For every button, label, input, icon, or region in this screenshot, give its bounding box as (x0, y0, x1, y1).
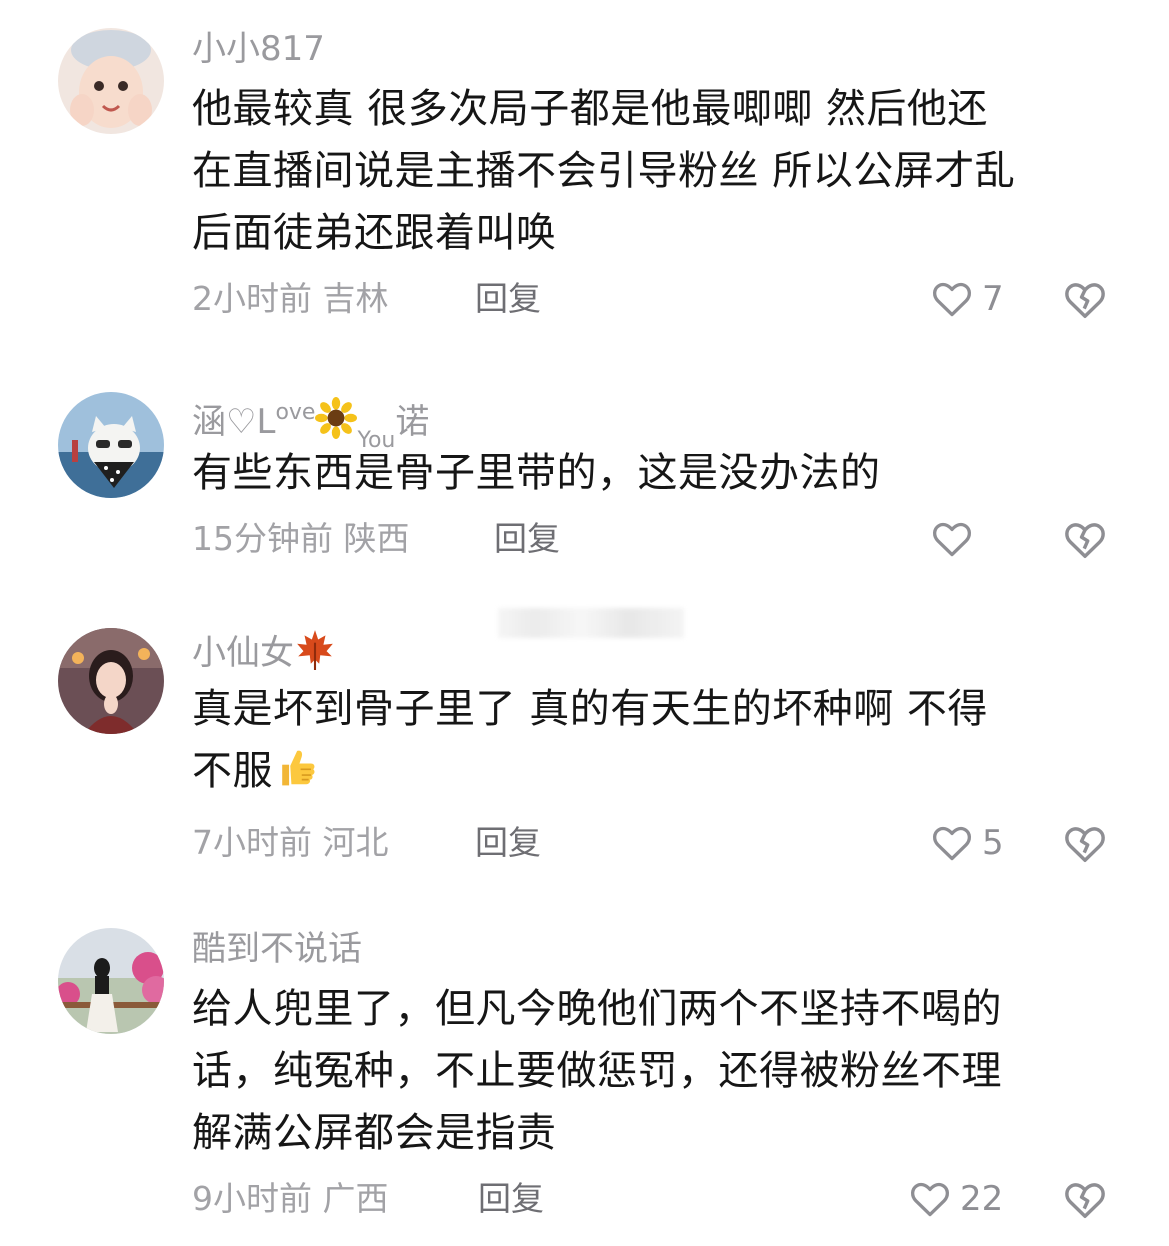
dislike-button[interactable] (1062, 277, 1108, 323)
comment-meta: 9小时前 广西 回复 22 (192, 1174, 1112, 1224)
comment-text-line: 不服 (192, 740, 1112, 808)
comment-text-line: 解满公屏都会是指责 (192, 1110, 557, 1156)
comment-text-line: 后面徒弟还跟着叫唤 (192, 210, 557, 256)
username[interactable]: 小小817 (192, 28, 1112, 74)
thumbs-up-emoji (273, 744, 319, 808)
cat-avatar[interactable] (58, 392, 164, 498)
child-avatar[interactable] (58, 28, 164, 134)
timestamp: 7小时前 河北 (192, 823, 389, 862)
username-tail: 诺 (395, 402, 430, 442)
timestamp: 15分钟前 陕西 (192, 519, 410, 558)
like-button[interactable] (930, 514, 982, 564)
broken-heart-icon (1065, 523, 1105, 559)
broken-heart-icon (1065, 283, 1105, 319)
location: 吉林 (322, 279, 389, 318)
broken-heart-icon (1065, 827, 1105, 863)
heart-outline-icon (933, 522, 971, 557)
like-count: 7 (982, 279, 1004, 319)
heart-outline-icon (933, 826, 971, 861)
username-sup: ove (275, 400, 316, 425)
heart-outline-icon (933, 282, 971, 317)
reply-button[interactable]: 回复 (494, 514, 560, 564)
comment-meta: 15分钟前 陕西 回复 (192, 514, 1112, 564)
dislike-button[interactable] (1062, 821, 1108, 867)
comment-text-line: 他最较真 很多次局子都是他最唧唧 然后他还 (192, 86, 988, 132)
comment-text: 给人兜里了，但凡今晚他们两个不坚持不喝的 话，纯冤种，不止要做惩罚，还得被粉丝不… (192, 978, 1112, 1164)
location: 广西 (322, 1179, 389, 1218)
like-button[interactable]: 22 (908, 1174, 1003, 1224)
maple-leaf-emoji (294, 628, 336, 680)
like-count: 5 (982, 823, 1004, 863)
reply-button[interactable]: 回复 (478, 1174, 544, 1224)
timestamp: 2小时前 吉林 (192, 279, 389, 318)
girl-avatar[interactable] (58, 628, 164, 734)
comment-text: 他最较真 很多次局子都是他最唧唧 然后他还 在直播间说是主播不会引导粉丝 所以公… (192, 78, 1112, 264)
like-count: 22 (960, 1179, 1004, 1219)
heart-outline-icon (911, 1182, 949, 1217)
dislike-button[interactable] (1062, 517, 1108, 563)
garden-avatar[interactable] (58, 928, 164, 1034)
comment-text: 有些东西是骨子里带的，这是没办法的 (192, 442, 1112, 504)
username[interactable]: 酷到不说话 (192, 928, 1112, 974)
username[interactable]: 小仙女 (192, 628, 1112, 674)
comment-text-line: 真是坏到骨子里了 真的有天生的坏种啊 不得 (192, 686, 988, 732)
comment-text-line: 话，纯冤种，不止要做惩罚，还得被粉丝不理 (192, 1048, 1002, 1094)
location: 陕西 (343, 519, 410, 558)
comment-meta: 7小时前 河北 回复 5 (192, 818, 1112, 868)
reply-button[interactable]: 回复 (475, 818, 541, 868)
dislike-button[interactable] (1062, 1177, 1108, 1223)
timestamp: 9小时前 广西 (192, 1179, 389, 1218)
like-button[interactable]: 7 (930, 274, 1004, 324)
username[interactable]: 涵♡Love You诺 (192, 392, 1112, 453)
location: 河北 (322, 823, 389, 862)
comment-text-line: 有些东西是骨子里带的，这是没办法的 (192, 450, 881, 496)
username-text: 涵♡L (192, 402, 276, 442)
comment-text: 真是坏到骨子里了 真的有天生的坏种啊 不得 不服 (192, 678, 1112, 808)
comment-text-line: 在直播间说是主播不会引导粉丝 所以公屏才乱 (192, 148, 1016, 194)
comment-meta: 2小时前 吉林 回复 7 (192, 274, 1112, 324)
like-button[interactable]: 5 (930, 818, 1004, 868)
reply-button[interactable]: 回复 (475, 274, 541, 324)
username-text: 小仙女 (192, 633, 294, 673)
broken-heart-icon (1065, 1183, 1105, 1219)
comment-text-line: 给人兜里了，但凡今晚他们两个不坚持不喝的 (192, 986, 1002, 1032)
